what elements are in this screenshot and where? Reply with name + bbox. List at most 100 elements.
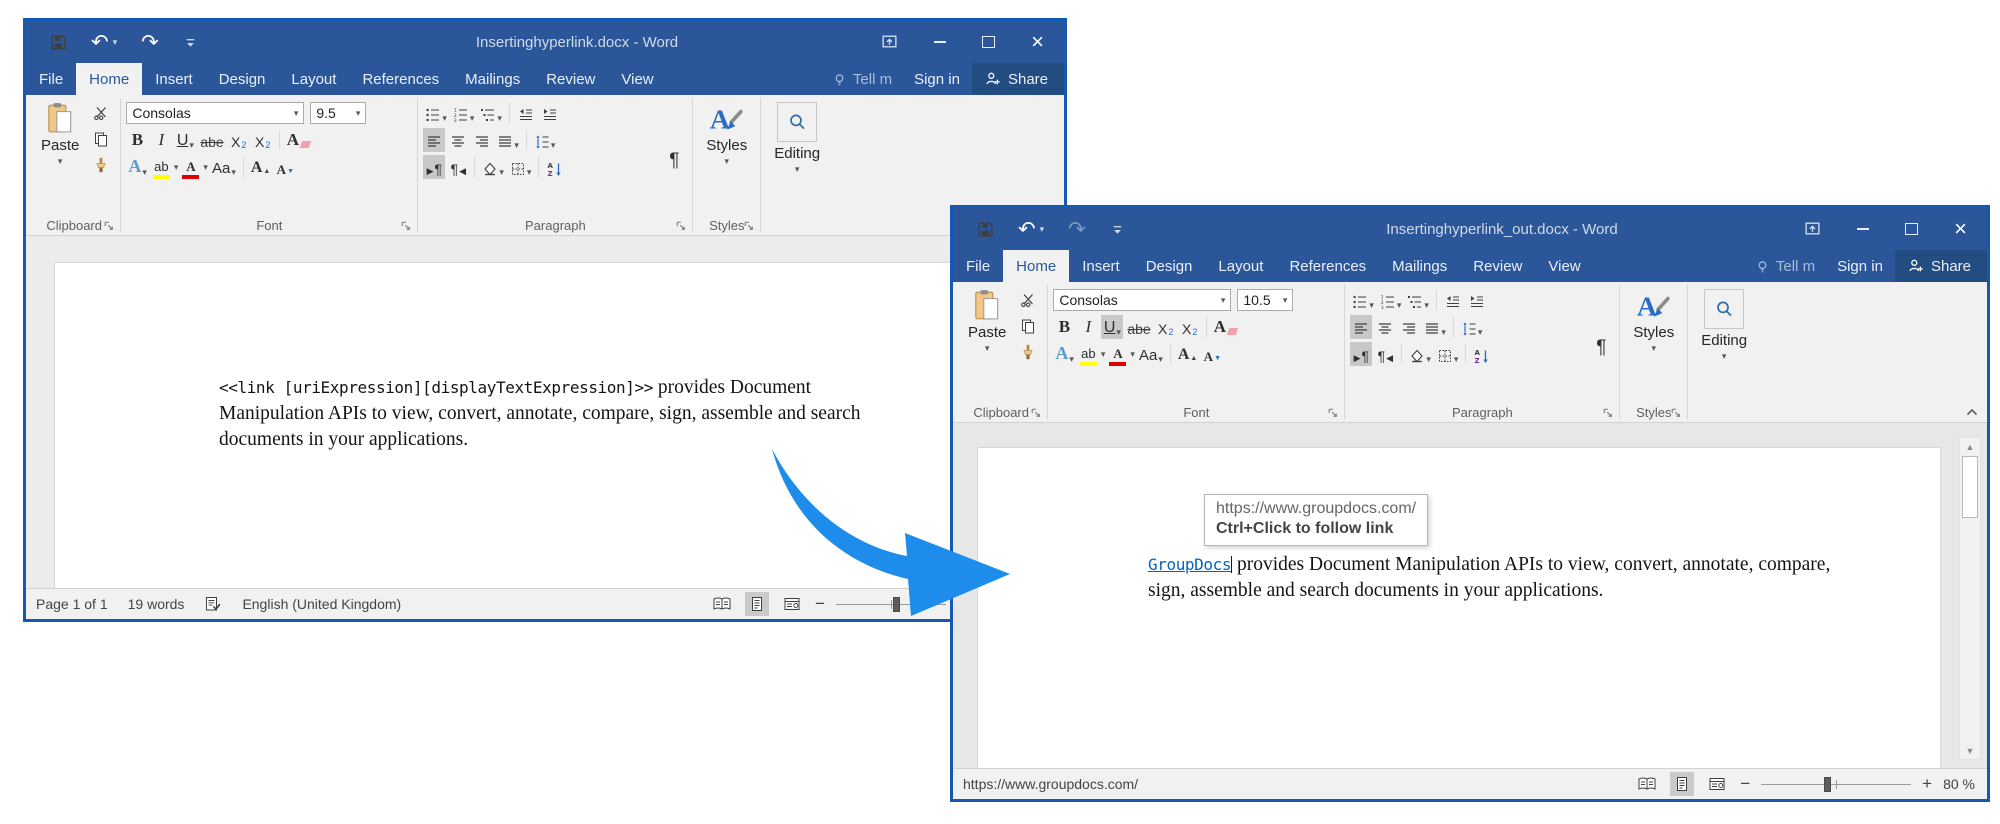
editing-dropdown-icon[interactable] [1722, 352, 1727, 361]
customize-qat-icon[interactable] [183, 35, 198, 50]
italic-button[interactable]: I [1077, 315, 1099, 339]
justify-dropdown-icon[interactable] [514, 141, 519, 150]
read-mode-button[interactable] [1635, 772, 1659, 796]
tab-home[interactable]: Home [1003, 250, 1069, 282]
shrink-font-button[interactable]: A [274, 155, 296, 179]
editing-dropdown-icon[interactable] [795, 165, 800, 174]
print-layout-button[interactable] [745, 592, 769, 616]
close-button[interactable] [1031, 31, 1044, 53]
font-dialog-launcher[interactable] [1326, 406, 1339, 419]
underline-button[interactable]: U [174, 128, 196, 152]
maximize-button[interactable] [982, 36, 995, 48]
undo-dropdown-icon[interactable] [113, 38, 118, 47]
superscript-button[interactable]: X2 [1179, 315, 1201, 339]
bullets-button[interactable] [1350, 288, 1376, 312]
tab-view[interactable]: View [1535, 250, 1593, 282]
document-page[interactable]: https://www.groupdocs.com/ Ctrl+Click to… [977, 447, 1941, 768]
undo-button[interactable]: ↶ [1018, 219, 1044, 240]
italic-button[interactable]: I [150, 128, 172, 152]
paste-dropdown-icon[interactable] [58, 157, 63, 166]
vertical-scrollbar[interactable] [1959, 437, 1981, 760]
highlight-dropdown-icon[interactable] [1101, 350, 1106, 359]
scroll-down-button[interactable] [1961, 742, 1979, 759]
font-color-button[interactable]: A [1107, 342, 1128, 366]
font-size-dropdown-icon[interactable] [1279, 296, 1288, 305]
font-color-button[interactable]: A [180, 155, 201, 179]
strikethrough-button[interactable]: abe [198, 128, 225, 152]
styles-dialog-launcher[interactable] [742, 219, 755, 232]
cut-button[interactable] [1016, 289, 1040, 311]
align-center-button[interactable] [447, 128, 469, 152]
tab-references[interactable]: References [349, 63, 452, 95]
copy-button[interactable] [89, 128, 113, 150]
undo-button[interactable]: ↶ [91, 32, 117, 53]
clear-formatting-button[interactable]: A [1212, 315, 1239, 339]
change-case-dropdown-icon[interactable] [231, 168, 236, 177]
read-mode-button[interactable] [710, 592, 734, 616]
shrink-font-button[interactable]: A [1201, 342, 1223, 366]
tab-references[interactable]: References [1276, 250, 1379, 282]
page-count[interactable]: Page 1 of 1 [36, 596, 108, 612]
underline-dropdown-icon[interactable] [1116, 328, 1121, 337]
bold-button[interactable]: B [1053, 315, 1075, 339]
underline-button-active[interactable]: U [1101, 315, 1123, 339]
tab-home[interactable]: Home [76, 63, 142, 95]
copy-button[interactable] [1016, 315, 1040, 337]
share-button[interactable]: Share [972, 63, 1064, 95]
multilevel-dropdown-icon[interactable] [1424, 301, 1429, 310]
text-effects-dropdown-icon[interactable] [1069, 355, 1074, 364]
sign-in-button[interactable]: Sign in [902, 63, 972, 95]
styles-dialog-launcher[interactable] [1669, 406, 1682, 419]
highlight-button[interactable]: ab [151, 155, 172, 179]
bullets-dropdown-icon[interactable] [1369, 301, 1374, 310]
redo-button[interactable]: ↷ [141, 32, 159, 53]
maximize-button[interactable] [1905, 223, 1918, 235]
change-case-button[interactable]: Aa [1137, 342, 1165, 366]
tab-layout[interactable]: Layout [278, 63, 349, 95]
scrollbar-thumb[interactable] [1962, 456, 1978, 518]
clipboard-dialog-launcher[interactable] [102, 219, 115, 232]
format-painter-button[interactable] [89, 154, 113, 176]
borders-button[interactable] [1435, 342, 1461, 366]
proofing-icon[interactable] [204, 596, 222, 612]
web-layout-button[interactable] [1705, 772, 1729, 796]
sort-button[interactable] [1471, 342, 1493, 366]
styles-dropdown-icon[interactable] [1652, 344, 1657, 353]
tab-layout[interactable]: Layout [1205, 250, 1276, 282]
tab-design[interactable]: Design [206, 63, 279, 95]
change-case-button[interactable]: Aa [210, 155, 238, 179]
borders-button[interactable] [508, 155, 534, 179]
shading-button[interactable] [480, 155, 506, 179]
text-effects-dropdown-icon[interactable] [142, 168, 147, 177]
multilevel-list-button[interactable] [478, 101, 504, 125]
font-color-dropdown-icon[interactable] [1130, 350, 1135, 359]
strikethrough-button[interactable]: abe [1125, 315, 1152, 339]
minimize-button[interactable] [1857, 228, 1869, 230]
justify-button[interactable] [1422, 315, 1448, 339]
rtl-direction-button[interactable]: ¶◀ [447, 155, 469, 179]
bullets-button[interactable] [423, 101, 449, 125]
font-name-combobox[interactable]: Consolas [1053, 289, 1231, 311]
tab-mailings[interactable]: Mailings [452, 63, 533, 95]
align-right-button[interactable] [471, 128, 493, 152]
zoom-slider[interactable] [1761, 784, 1911, 785]
subscript-button[interactable]: X2 [228, 128, 250, 152]
styles-button[interactable]: Styles [698, 98, 755, 215]
increase-indent-button[interactable] [539, 101, 561, 125]
line-spacing-button[interactable] [1459, 315, 1485, 339]
bullets-dropdown-icon[interactable] [442, 114, 447, 123]
rtl-direction-button[interactable]: ¶◀ [1374, 342, 1396, 366]
highlight-dropdown-icon[interactable] [174, 163, 179, 172]
clear-formatting-button[interactable]: A [285, 128, 312, 152]
font-size-combobox[interactable]: 10.5 [1237, 289, 1293, 311]
increase-indent-button[interactable] [1466, 288, 1488, 312]
superscript-button[interactable]: X2 [252, 128, 274, 152]
tell-me-box[interactable]: Tell m [822, 63, 902, 95]
zoom-percentage[interactable]: 80 % [1943, 776, 1975, 792]
cut-button[interactable] [89, 102, 113, 124]
paste-button[interactable]: Paste [33, 98, 87, 215]
collapse-ribbon-chevron[interactable] [1965, 406, 1979, 418]
styles-dropdown-icon[interactable] [725, 157, 730, 166]
font-name-dropdown-icon[interactable] [1217, 296, 1226, 305]
font-name-combobox[interactable]: Consolas [126, 102, 304, 124]
